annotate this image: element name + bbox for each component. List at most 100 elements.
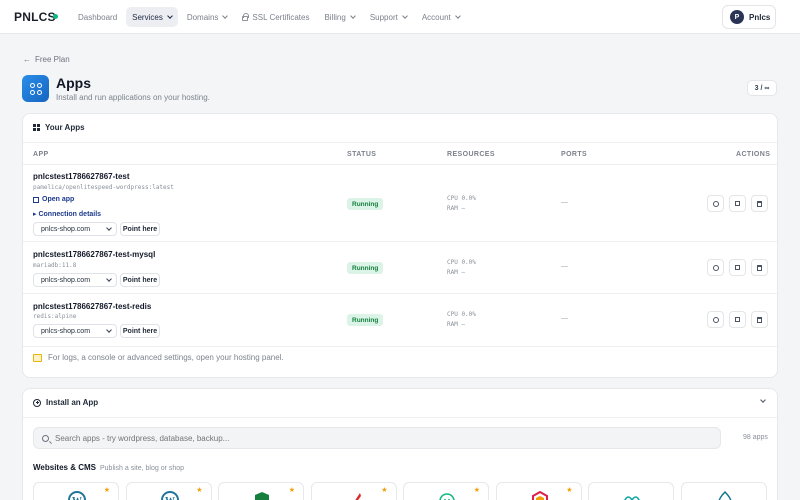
page-title: Apps [56,75,91,91]
star-icon: ★ [196,487,203,494]
app-name: pnlcstest1786627867-test [33,172,130,181]
table-row: pnlcstest1786627867-test-mysql mariadb:1… [23,242,779,294]
star-icon: ★ [381,487,388,494]
column-app: APP [33,151,49,158]
ports-value: — [561,315,568,322]
nav-item-billing[interactable]: Billing [318,7,360,27]
table-header: APP STATUS RESOURCES PORTS ACTIONS [23,142,779,165]
delete-button[interactable] [751,195,768,212]
stop-button[interactable] [729,259,746,276]
hosting-panel-note: For logs, a console or advanced settings… [33,353,284,362]
wordpress-icon: W [160,491,179,500]
domain-select[interactable]: pnlcs-shop.com [33,222,117,236]
restart-button[interactable] [707,259,724,276]
point-here-button[interactable]: Point here [120,324,160,338]
table-row: pnlcstest1786627867-test pamelica/openli… [23,165,779,242]
app-tile[interactable]: ★ [218,482,304,500]
external-link-icon [33,196,39,203]
app-image: mariadb:11.8 [33,262,77,269]
resources: CPU 0.0% RAM — [447,311,476,328]
user-name: Pnlcs [749,12,771,22]
user-menu[interactable]: P Pnlcs [722,5,776,29]
delete-button[interactable] [751,311,768,328]
column-resources: RESOURCES [447,151,495,158]
restart-icon [712,264,719,271]
chevron-down-icon[interactable] [760,397,766,403]
point-here-button[interactable]: Point here [120,222,160,236]
top-nav: PNLCS Dashboard Services Domains SSL Cer… [0,0,800,34]
delete-button[interactable] [751,259,768,276]
svg-text:W: W [72,496,82,500]
connection-details-toggle[interactable]: ▸ Connection details [33,210,101,218]
restart-icon [712,200,719,207]
app-tiles: ★ W ★ W ★ ★ ★ ★ [33,482,773,500]
app-tile[interactable] [588,482,674,500]
restart-button[interactable] [707,195,724,212]
stop-icon [735,201,740,206]
column-status: STATUS [347,151,377,158]
resources: CPU 0.0% RAM — [447,195,476,212]
stop-button[interactable] [729,195,746,212]
open-app-link[interactable]: Open app [33,196,74,203]
infinity-icon [624,496,640,500]
stop-icon [735,317,740,322]
column-ports: PORTS [561,151,588,158]
restart-button[interactable] [707,311,724,328]
nav-item-domains[interactable]: Domains [181,7,234,27]
chevron-down-icon [402,13,408,19]
status-badge: Running [347,198,384,210]
install-app-card: Install an App 98 apps Websites & CMSPub… [22,388,779,500]
grid-icon [33,124,40,131]
star-icon: ★ [566,487,573,494]
your-apps-card: Your Apps APP STATUS RESOURCES PORTS ACT… [22,113,779,378]
apps-icon [22,75,49,102]
stop-button[interactable] [729,311,746,328]
status-badge: Running [347,262,384,274]
app-name: pnlcstest1786627867-test-redis [33,302,152,311]
app-tile[interactable]: ★ W [33,482,119,500]
restart-icon [712,316,719,323]
chevron-down-icon [454,13,461,19]
nav-item-support[interactable]: Support [364,7,413,27]
back-link[interactable]: ← Free Plan [23,55,70,64]
nav-item-ssl-certificates[interactable]: SSL Certificates [236,7,315,27]
drupal-icon [718,490,731,500]
star-icon: ★ [288,487,295,494]
ports-value: — [561,263,568,270]
arrow-left-icon: ← [23,55,31,64]
nav-item-account[interactable]: Account [416,7,466,27]
app-tile[interactable] [680,482,767,500]
app-tile[interactable]: ★ [310,482,397,500]
your-apps-heading: Your Apps [33,123,85,132]
ghost-icon [439,493,455,500]
search-input[interactable] [55,433,655,443]
point-here-button[interactable]: Point here [120,273,160,287]
resources: CPU 0.0% RAM — [447,259,476,276]
ports-value: — [561,199,568,206]
search-box[interactable] [33,427,721,449]
chevron-down-icon [106,225,112,231]
avatar: P [730,10,744,24]
search-icon [42,434,49,442]
shield-icon [255,492,269,500]
install-app-heading[interactable]: Install an App [33,398,98,407]
category-heading: Websites & CMS Publish a site, blog or sh… [33,463,185,472]
app-image: pamelica/openlitespeed-wordpress:latest [33,184,174,191]
nav-item-dashboard[interactable]: Dashboard [72,7,123,27]
nav-item-services[interactable]: Services [126,7,178,27]
plus-circle-icon [33,398,41,407]
logo[interactable]: PNLCS [14,10,56,24]
app-image: redis:alpine [33,313,77,320]
app-name: pnlcstest1786627867-test-mysql [33,250,156,259]
app-tile[interactable]: ★ [403,482,489,500]
feather-icon [354,493,361,500]
domain-select[interactable]: pnlcs-shop.com [33,324,117,338]
nav-menu: Dashboard Services Domains SSL Certifica… [72,7,469,27]
status-dot-icon [53,14,58,19]
app-tile[interactable]: ★ [495,482,582,500]
chevron-down-icon [106,327,112,333]
app-tile[interactable]: ★ W [125,482,212,500]
star-icon: ★ [103,487,110,494]
trash-icon [757,316,762,323]
domain-select[interactable]: pnlcs-shop.com [33,273,117,287]
